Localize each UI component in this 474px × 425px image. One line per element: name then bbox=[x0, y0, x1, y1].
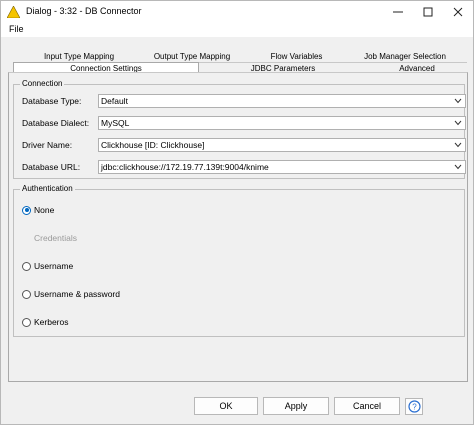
chevron-down-icon bbox=[454, 120, 462, 126]
radio-disabled-icon bbox=[22, 234, 31, 243]
driver-name-value: Clickhouse [ID: Clickhouse] bbox=[101, 140, 205, 150]
driver-name-label: Driver Name: bbox=[22, 140, 73, 150]
apply-button[interactable]: Apply bbox=[263, 397, 329, 415]
driver-name-select[interactable]: Clickhouse [ID: Clickhouse] bbox=[98, 138, 466, 152]
help-icon: ? bbox=[407, 400, 421, 413]
tab-strip: Input Type Mapping Output Type Mapping F… bbox=[1, 38, 473, 75]
ok-button[interactable]: OK bbox=[194, 397, 258, 415]
auth-option-none-label: None bbox=[34, 205, 55, 215]
database-dialect-select[interactable]: MySQL bbox=[98, 116, 466, 130]
chevron-down-icon bbox=[454, 142, 462, 148]
help-button[interactable]: ? bbox=[405, 398, 423, 415]
auth-option-credentials: Credentials bbox=[22, 233, 77, 243]
close-icon bbox=[453, 7, 463, 17]
database-type-value: Default bbox=[101, 96, 128, 106]
database-dialect-value: MySQL bbox=[101, 118, 130, 128]
close-button[interactable] bbox=[443, 1, 473, 23]
auth-option-username-password[interactable]: Username & password bbox=[22, 289, 120, 299]
database-url-label: Database URL: bbox=[22, 162, 81, 172]
window-title: Dialog - 3:32 - DB Connector bbox=[26, 6, 142, 16]
menu-bar: File bbox=[1, 23, 473, 37]
authentication-group: Authentication None Credentials Username… bbox=[13, 184, 465, 337]
database-type-select[interactable]: Default bbox=[98, 94, 466, 108]
maximize-icon bbox=[423, 7, 433, 17]
connection-group-label: Connection bbox=[20, 79, 65, 88]
radio-icon bbox=[22, 317, 31, 327]
chevron-down-icon bbox=[454, 98, 462, 104]
auth-option-credentials-label: Credentials bbox=[34, 233, 77, 243]
database-type-label: Database Type: bbox=[22, 96, 82, 106]
minimize-icon bbox=[393, 11, 403, 13]
menu-file[interactable]: File bbox=[9, 24, 24, 34]
chevron-down-icon bbox=[454, 164, 462, 170]
auth-option-kerberos[interactable]: Kerberos bbox=[22, 317, 69, 327]
auth-option-none[interactable]: None bbox=[22, 205, 54, 215]
database-url-value: jdbc:clickhouse://172.19.77.139t:9004/kn… bbox=[101, 162, 269, 172]
radio-icon bbox=[22, 261, 31, 271]
database-dialect-label: Database Dialect: bbox=[22, 118, 90, 128]
connection-group: Connection Database Type: Default Databa… bbox=[13, 79, 466, 179]
auth-option-username-password-label: Username & password bbox=[34, 289, 120, 299]
svg-text:?: ? bbox=[412, 403, 417, 412]
radio-icon bbox=[22, 289, 31, 299]
dialog-window: Dialog - 3:32 - DB Connector File Input … bbox=[0, 0, 474, 425]
title-bar: Dialog - 3:32 - DB Connector bbox=[1, 1, 473, 23]
connection-settings-panel: Connection Database Type: Default Databa… bbox=[8, 72, 468, 382]
radio-selected-icon bbox=[22, 205, 31, 215]
authentication-group-label: Authentication bbox=[20, 184, 75, 193]
database-url-combo[interactable]: jdbc:clickhouse://172.19.77.139t:9004/kn… bbox=[98, 160, 466, 174]
knime-node-icon bbox=[7, 6, 20, 18]
minimize-button[interactable] bbox=[383, 1, 413, 23]
auth-option-username[interactable]: Username bbox=[22, 261, 73, 271]
auth-option-username-label: Username bbox=[34, 261, 74, 271]
cancel-button[interactable]: Cancel bbox=[334, 397, 400, 415]
auth-option-kerberos-label: Kerberos bbox=[34, 317, 69, 327]
maximize-button[interactable] bbox=[413, 1, 443, 23]
